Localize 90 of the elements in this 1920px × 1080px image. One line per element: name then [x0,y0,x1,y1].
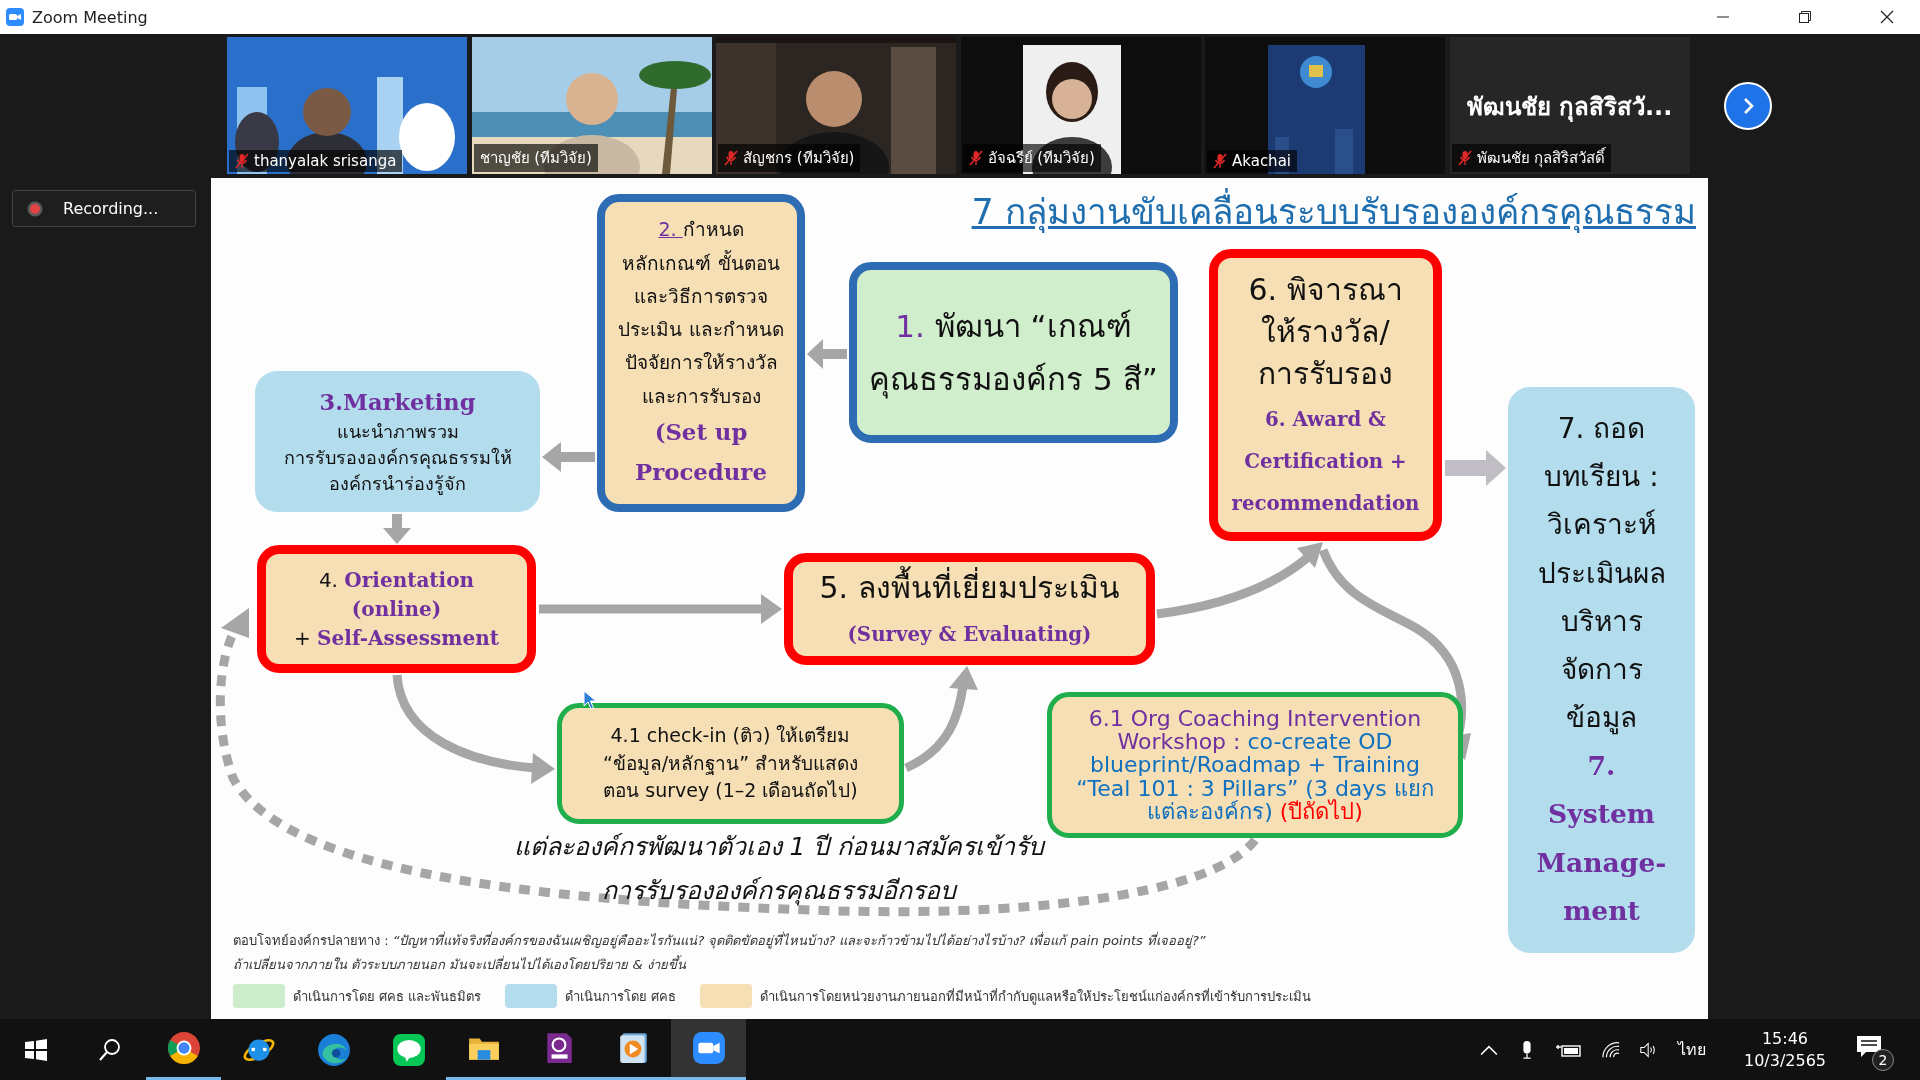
step-text: (online) [351,595,442,623]
step-text: และวิธีการตรวจ [634,283,768,309]
slide-title: 7 กลุ่มงานขับเคลื่อนระบบรับรององค์กรคุณธรรม [971,184,1696,239]
volume-icon[interactable] [1639,1040,1658,1059]
step-text: แต่ละองค์กร) (ปีถัดไป) [1147,799,1363,823]
arrow [1445,450,1506,486]
footnote-text: ตอบโจทย์องค์กรปลายทาง : “ปัญหาที่แท้จริงที่องค์กรของฉันเผชิญอยู่คืออะไรกันแน่? จุดติดขัดอยู่ที่ไหนบ้าง? และจะก้าวข้ามไปได้อย่างไรบ้าง? เพื่อแก้ pain points ที่เจออยู่?” [233,930,1207,951]
wifi-icon[interactable] [1601,1040,1620,1059]
step-text: 7. ถอด [1557,411,1646,448]
participant-name: อัจฉรีย์ (ทีมวิจัย) [987,148,1095,169]
step-text: ประเมินผล [1537,555,1666,592]
participant-name: พัฒนชัย กุลสิริสวัสดิ์ [1476,146,1606,170]
step-text: System [1548,797,1655,832]
arrow [542,442,595,472]
step-text: การรับรอง [1258,355,1393,393]
footnote-text: ถ้าเปลี่ยนจากภายใน ตัวระบบภายนอก มันจะเปลี่ยนไปได้เองโดยปริยาย & ง่ายขึ้น [233,954,687,974]
windows-icon[interactable] [24,1037,48,1062]
close-icon[interactable] [1880,10,1894,24]
cursor-icon [583,690,597,710]
record-icon [27,200,43,217]
step-text: 6. Award & [1265,406,1386,433]
step-text: 2. กำหนด [658,217,744,243]
camera-icon [691,1031,726,1065]
clock-time[interactable]: 15:46 [1761,1027,1809,1050]
arrow [383,514,411,544]
step-text: ให้รางวัล/ [1261,313,1390,351]
step-text: + Self-Assessment [294,624,499,652]
participant-name: พัฒนชัย กุลสิริสวั... [1465,92,1674,124]
step-text: blueprint/Roadmap + Training [1090,753,1420,777]
window-title: Zoom Meeting [32,7,148,27]
step-text: และการรับรอง [641,383,761,409]
video-tile[interactable]: สัญชกร (ทีมวิจัย) [716,37,956,174]
language-indicator[interactable]: ไทย [1677,1037,1706,1062]
caption-text: การรับรององค์กรคุณธรรมอีกรอบ [602,875,956,908]
video-tile[interactable]: thanyalak srisanga [227,37,467,174]
step-text: จัดการ [1560,651,1643,688]
step-text: 6.1 Org Coaching Intervention [1088,707,1422,731]
clock-date[interactable]: 10/3/2565 [1743,1049,1826,1072]
legend-label: ดำเนินการโดย ศคธ [565,987,677,1006]
taskbar-app[interactable] [671,1019,746,1080]
step-text: (Survey & Evaluating) [847,621,1092,648]
step-text: คุณธรรมองค์กร 5 สี” [869,359,1158,401]
next-page-button[interactable] [1724,81,1772,130]
step-text: 1. พัฒนา “เกณฑ์ [895,306,1132,346]
step-text: (Set up [654,417,748,447]
step-text: 5. ลงพื้นที่เยี่ยมประเมิน [819,565,1120,609]
step-text: ประเมิน และกำหนด [618,317,784,343]
step-text: Procedure [635,457,767,487]
step-text: หลักเกณฑ์ ขั้นตอน [622,249,780,276]
step-text: 4.1 check-in (ติว) ให้เตรียม [610,723,851,749]
step-text: วิเคราะห์ [1547,507,1656,544]
recording-button[interactable]: Recording... [12,190,196,227]
step-text: 7. [1587,749,1616,784]
video-tile[interactable]: พัฒนชัย กุลสิริสวั... พัฒนชัย กุลสิริสวัสดิ์ [1449,37,1690,174]
step-text: ตอน survey (1–2 เดือนถัดไป) [603,778,858,804]
video-tile[interactable]: Akachai [1205,37,1445,174]
legend-label: ดำเนินการโดยหน่วยงานภายนอกที่มีหน้าที่กำกับดูแลหรือให้ประโยชน์แก่องค์กรที่เข้ารับการประเมิน [760,987,1312,1007]
step-text: Certification + [1244,448,1407,475]
step-text: ment [1563,893,1640,928]
restore-icon[interactable] [1798,10,1812,24]
camera-icon [6,8,24,26]
step-text: 6. พิจารณา [1248,271,1403,309]
step-text: Manage- [1536,845,1667,880]
step-text: องค์กรนำร่องรู้จัก [329,471,466,497]
step-text: “Teal 101 : 3 Pillars” (3 days แยก [1076,776,1434,800]
browser-icon [166,1031,201,1065]
step-text: บทเรียน : [1544,459,1659,496]
step-text: “ข้อมูล/หลักฐาน” สำหรับแสดง [602,750,859,777]
step-text: ข้อมูล [1566,700,1637,737]
video-tile[interactable]: อัจฉรีย์ (ทีมวิจัย) [960,37,1201,174]
step-text: บริหาร [1560,603,1643,640]
participant-name: thanyalak srisanga [254,152,397,170]
participant-name: สัญชกร (ทีมวิจัย) [743,148,855,169]
arrow [807,339,847,369]
browser-icon [316,1032,351,1067]
legend-label: ดำเนินการโดย ศคธ และพันธมิตร [293,987,482,1006]
participant-name: ชาญชัย (ทีมวิจัย) [479,148,592,169]
search-icon[interactable] [98,1037,122,1062]
video-tile[interactable]: ชาญชัย (ทีมวิจัย) [471,37,712,174]
step-text: ปัจจัยการให้รางวัล [624,350,778,376]
chat-icon [391,1032,426,1067]
step-text: Workshop : co-create OD [1117,730,1393,754]
caption-text: แต่ละองค์กรพัฒนาตัวเอง 1 ปี ก่อนมาสมัครเข้ารับ [513,831,1045,863]
step-text: การรับรององค์กรคุณธรรมให้ [283,445,512,471]
step-text: 4. Orientation [318,566,475,594]
notification-count: 2 [1872,1048,1894,1071]
participant-name: Akachai [1232,152,1291,170]
step-text: แนะนำภาพรวม [336,419,459,444]
step-text: 3.Marketing [319,388,476,418]
step-text: recommendation [1231,490,1420,517]
